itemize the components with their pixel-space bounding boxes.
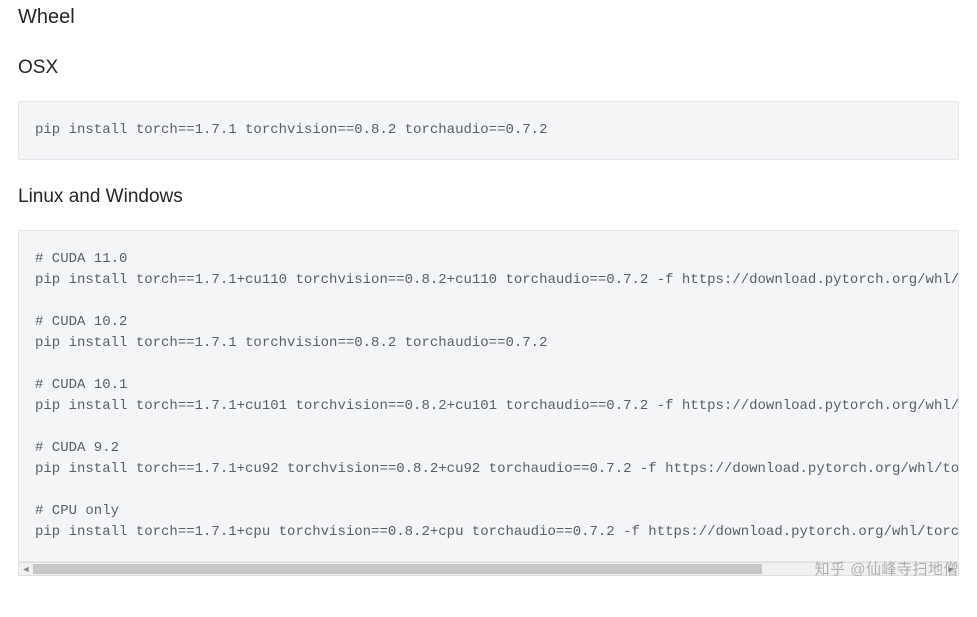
heading-linux-windows: Linux and Windows xyxy=(18,186,959,208)
codeblock-osx[interactable]: pip install torch==1.7.1 torchvision==0.… xyxy=(18,101,959,160)
heading-wheel: Wheel xyxy=(18,6,959,29)
codeblock-osx-wrap: pip install torch==1.7.1 torchvision==0.… xyxy=(18,101,959,160)
codeblock-linux-windows[interactable]: # CUDA 11.0 pip install torch==1.7.1+cu1… xyxy=(18,230,959,562)
scrollbar-track[interactable] xyxy=(33,563,944,575)
scrollbar-thumb[interactable] xyxy=(33,564,762,574)
codeblock-linux-windows-wrap: # CUDA 11.0 pip install torch==1.7.1+cu1… xyxy=(18,230,959,576)
scroll-right-arrow-icon[interactable]: ► xyxy=(944,563,958,575)
horizontal-scrollbar[interactable]: ◄ ► xyxy=(18,562,959,576)
scroll-left-arrow-icon[interactable]: ◄ xyxy=(19,563,33,575)
page-content: Wheel OSX pip install torch==1.7.1 torch… xyxy=(0,6,977,576)
heading-osx: OSX xyxy=(18,57,959,79)
